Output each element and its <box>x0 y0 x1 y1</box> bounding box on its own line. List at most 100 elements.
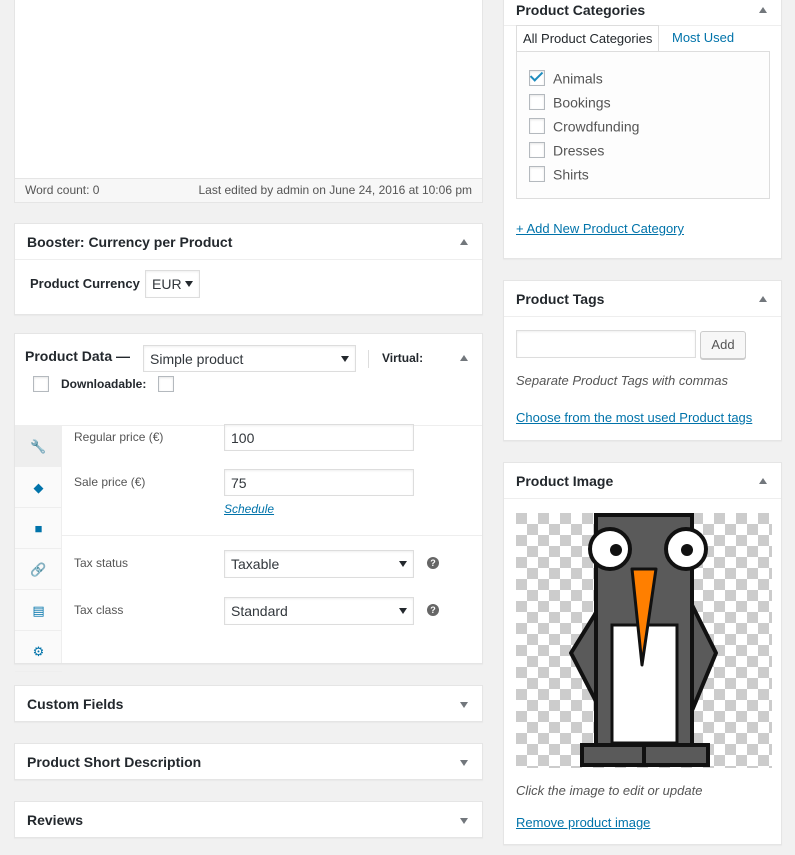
schedule-link[interactable]: Schedule <box>224 502 274 516</box>
category-checkbox[interactable] <box>529 142 545 159</box>
tab-shipping[interactable]: ■ <box>15 508 62 549</box>
last-edited: Last edited by admin on June 24, 2016 at… <box>198 183 472 197</box>
choose-tags-link[interactable]: Choose from the most used Product tags <box>516 410 752 425</box>
regular-price-input[interactable]: 100 <box>224 424 414 451</box>
categories-title: Product Categories <box>516 2 646 18</box>
product-data-header: Product Data — Simple product Virtual: D… <box>15 334 482 426</box>
category-label: Crowdfunding <box>553 118 640 135</box>
wrench-icon: 🔧 <box>30 439 47 454</box>
tax-status-value: Taxable <box>231 556 280 572</box>
tags-header[interactable]: Product Tags <box>504 281 781 317</box>
expand-toggle-icon[interactable] <box>456 802 472 838</box>
tab-general[interactable]: 🔧 <box>15 426 62 467</box>
gear-icon: ⚙ <box>32 644 45 659</box>
reviews-title: Reviews <box>27 812 84 828</box>
product-categories-box: Product Categories All Product Categorie… <box>503 0 782 259</box>
collapse-toggle-icon[interactable] <box>755 281 771 317</box>
editor-canvas[interactable] <box>15 0 482 180</box>
custom-fields-box: Custom Fields <box>14 685 483 722</box>
currency-box: Booster: Currency per Product Product Cu… <box>14 223 483 315</box>
tags-title: Product Tags <box>516 291 605 307</box>
currency-box-header[interactable]: Booster: Currency per Product <box>15 224 482 260</box>
tab-advanced[interactable]: ⚙ <box>15 631 62 672</box>
tab-attributes[interactable]: ▤ <box>15 590 62 631</box>
tax-class-value: Standard <box>231 603 288 619</box>
product-currency-select[interactable]: EUR <box>145 270 200 298</box>
divider <box>62 535 482 536</box>
categories-header[interactable]: Product Categories <box>504 0 781 26</box>
custom-fields-header[interactable]: Custom Fields <box>15 686 482 722</box>
collapse-toggle-icon[interactable] <box>456 340 472 376</box>
dropdown-arrow-icon <box>185 281 193 287</box>
category-item-bookings[interactable]: Bookings <box>529 93 611 111</box>
editor-status-bar: Word count: 0 Last edited by admin on Ju… <box>15 178 482 202</box>
collapse-toggle-icon[interactable] <box>755 463 771 499</box>
product-data-box: Product Data — Simple product Virtual: D… <box>14 333 483 672</box>
word-count: Word count: 0 <box>25 183 100 197</box>
tab-linked-products[interactable]: 🔗 <box>15 549 62 590</box>
category-label: Shirts <box>553 166 589 183</box>
category-label: Animals <box>553 70 603 87</box>
sale-price-label: Sale price (€) <box>74 475 146 489</box>
image-title: Product Image <box>516 473 614 489</box>
list-icon: ▤ <box>32 603 45 618</box>
category-item-crowdfunding[interactable]: Crowdfunding <box>529 117 639 135</box>
product-currency-value: EUR <box>152 276 182 292</box>
remove-image-link[interactable]: Remove product image <box>516 815 650 830</box>
category-checklist: Animals Bookings Crowdfunding Dresses Sh… <box>516 51 770 199</box>
product-type-select[interactable]: Simple product <box>143 345 356 372</box>
expand-toggle-icon[interactable] <box>456 686 472 722</box>
dropdown-arrow-icon <box>341 355 349 362</box>
product-image-box: Product Image Click the image to edit or… <box>503 462 782 845</box>
product-currency-label: Product Currency <box>30 276 140 291</box>
tags-hint: Separate Product Tags with commas <box>516 373 728 388</box>
sale-price-input[interactable]: 75 <box>224 469 414 496</box>
add-tag-button[interactable]: Add <box>700 331 746 359</box>
category-checkbox[interactable] <box>529 118 545 135</box>
product-image[interactable] <box>516 513 772 768</box>
virtual-checkbox[interactable] <box>33 376 49 392</box>
divider <box>368 350 369 368</box>
currency-box-title: Booster: Currency per Product <box>27 234 233 250</box>
product-data-title: Product Data — <box>25 348 131 364</box>
truck-icon: ■ <box>34 521 43 536</box>
category-item-dresses[interactable]: Dresses <box>529 141 604 159</box>
custom-fields-title: Custom Fields <box>27 696 124 712</box>
content-editor: Word count: 0 Last edited by admin on Ju… <box>14 0 483 203</box>
product-tags-box: Product Tags Add Separate Product Tags w… <box>503 280 782 441</box>
virtual-label: Virtual: <box>382 351 424 365</box>
help-icon[interactable]: ? <box>427 557 439 569</box>
category-checkbox[interactable] <box>529 166 545 183</box>
downloadable-checkbox[interactable] <box>158 376 174 392</box>
tag-icon: ◆ <box>33 480 44 495</box>
collapse-toggle-icon[interactable] <box>456 224 472 260</box>
category-checkbox[interactable] <box>529 94 545 111</box>
short-description-box: Product Short Description <box>14 743 483 780</box>
tax-status-label: Tax status <box>74 556 129 570</box>
dropdown-arrow-icon <box>399 561 407 567</box>
tab-inventory[interactable]: ◆ <box>15 467 62 508</box>
category-checkbox-checked[interactable] <box>529 70 545 87</box>
reviews-box: Reviews <box>14 801 483 838</box>
sale-price-value: 75 <box>231 475 247 491</box>
tax-status-select[interactable]: Taxable <box>224 550 414 578</box>
category-item-animals[interactable]: Animals <box>529 69 603 87</box>
tab-most-used[interactable]: Most Used <box>666 25 740 52</box>
short-description-header[interactable]: Product Short Description <box>15 744 482 780</box>
tax-class-label: Tax class <box>74 603 124 617</box>
tab-all-categories[interactable]: All Product Categories <box>516 25 660 52</box>
category-label: Bookings <box>553 94 611 111</box>
regular-price-label: Regular price (€) <box>74 430 164 444</box>
expand-toggle-icon[interactable] <box>456 744 472 780</box>
collapse-toggle-icon[interactable] <box>755 0 771 28</box>
help-icon[interactable]: ? <box>427 604 439 616</box>
reviews-header[interactable]: Reviews <box>15 802 482 838</box>
add-category-link[interactable]: + Add New Product Category <box>516 221 684 236</box>
short-description-title: Product Short Description <box>27 754 202 770</box>
image-header[interactable]: Product Image <box>504 463 781 499</box>
category-item-shirts[interactable]: Shirts <box>529 165 589 183</box>
dropdown-arrow-icon <box>399 608 407 614</box>
tag-input[interactable] <box>516 330 696 358</box>
downloadable-label: Downloadable: <box>61 377 147 391</box>
tax-class-select[interactable]: Standard <box>224 597 414 625</box>
